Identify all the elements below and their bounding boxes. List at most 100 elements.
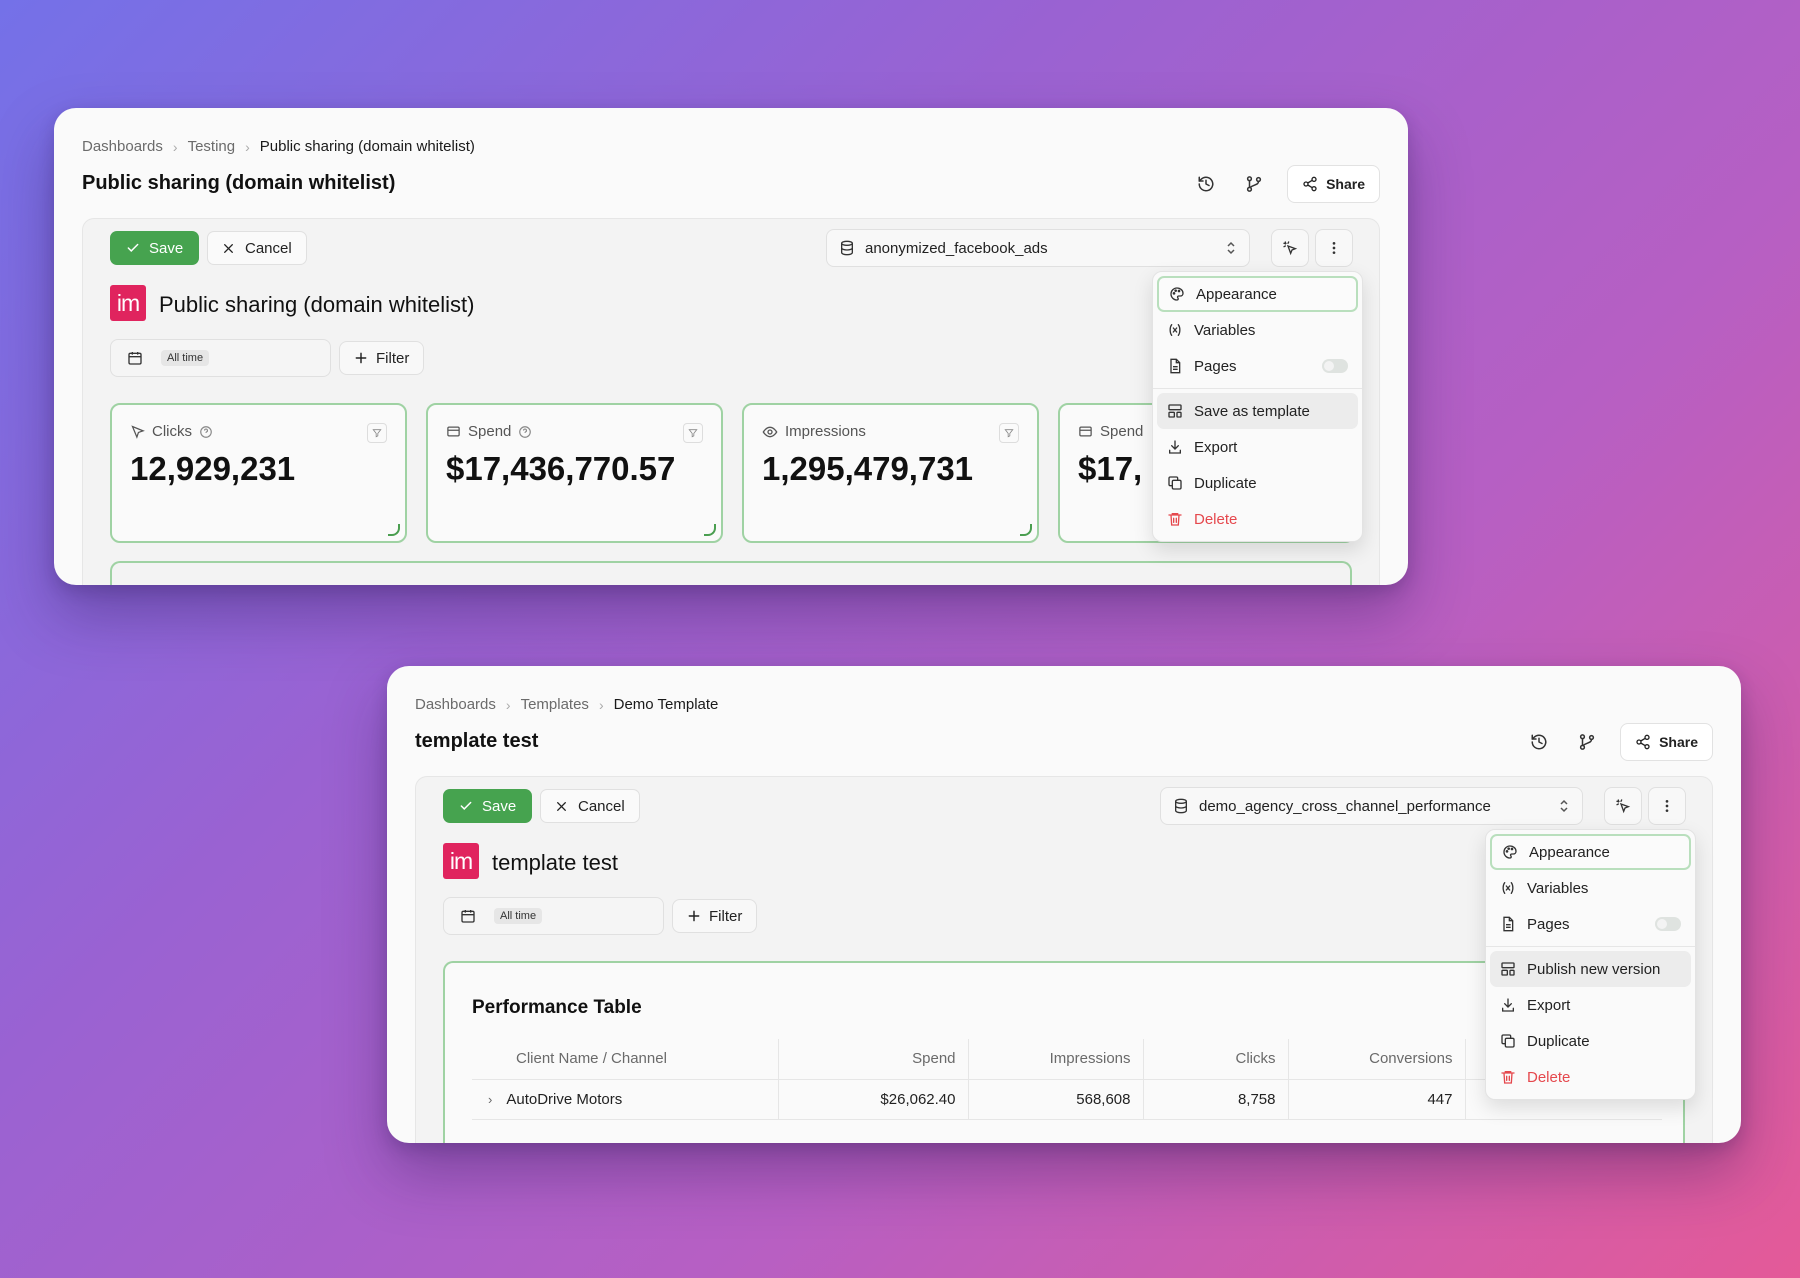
add-filter-button[interactable]: Filter	[339, 341, 425, 375]
ai-assist-button[interactable]	[1604, 787, 1642, 825]
breadcrumb-testing[interactable]: Testing	[188, 138, 236, 155]
chevron-up-down-icon	[1558, 799, 1570, 813]
dashboard-title[interactable]: template test	[492, 850, 618, 876]
resize-handle[interactable]	[1020, 524, 1032, 536]
menu-item-publish-new-version[interactable]: Publish new version	[1490, 951, 1691, 987]
document-icon	[1170, 358, 1181, 374]
filter-label: Filter	[376, 349, 410, 367]
filter-icon	[688, 429, 698, 438]
menu-item-pages[interactable]: Pages	[1157, 348, 1358, 384]
menu-label: Export	[1194, 438, 1238, 456]
date-range-picker[interactable]: All time	[443, 897, 664, 935]
history-button[interactable]	[1524, 727, 1554, 757]
datasource-select[interactable]: anonymized_facebook_ads	[826, 229, 1250, 267]
close-icon	[557, 801, 566, 811]
header-actions: Share	[1191, 165, 1380, 203]
menu-item-pages[interactable]: Pages	[1490, 906, 1691, 942]
share-label: Share	[1659, 734, 1698, 750]
dashboard-title[interactable]: Public sharing (domain whitelist)	[159, 292, 474, 318]
client-name: AutoDrive Motors	[506, 1090, 623, 1108]
breadcrumb-templates[interactable]: Templates	[521, 696, 589, 713]
history-icon	[1198, 176, 1214, 192]
chevron-up-down-icon	[1225, 241, 1237, 255]
kpi-card-spend[interactable]: Spend $17,436,770.57	[426, 403, 723, 543]
breadcrumb-current: Demo Template	[613, 696, 719, 713]
menu-item-export[interactable]: Export	[1490, 987, 1691, 1023]
save-button[interactable]: Save	[443, 789, 533, 823]
table-row[interactable]: › AutoDrive Motors $26,062.40 568,608 8,7…	[472, 1079, 1662, 1120]
menu-label: Variables	[1194, 321, 1256, 339]
share-button[interactable]: Share	[1287, 165, 1380, 203]
branch-button[interactable]	[1572, 727, 1602, 757]
page-title: template test	[415, 730, 539, 752]
more-options-button[interactable]	[1648, 787, 1686, 825]
more-options-menu: Appearance Variables Pages Publish new v…	[1485, 829, 1696, 1100]
column-header[interactable]: Clicks	[1142, 1039, 1288, 1080]
calendar-icon	[128, 352, 142, 365]
menu-item-save-as-template[interactable]: Save as template	[1157, 393, 1358, 429]
card-filter-button[interactable]	[999, 423, 1019, 443]
share-icon	[1636, 734, 1650, 750]
breadcrumb: Dashboards › Testing › Public sharing (d…	[82, 138, 475, 155]
breadcrumb: Dashboards › Templates › Demo Template	[415, 696, 718, 713]
date-range-value: All time	[494, 908, 543, 924]
menu-item-variables[interactable]: Variables	[1490, 870, 1691, 906]
page-title: Public sharing (domain whitelist)	[82, 172, 396, 194]
layout-template-icon	[1501, 962, 1515, 976]
menu-label: Export	[1527, 996, 1571, 1014]
resize-handle[interactable]	[704, 524, 716, 536]
filter-icon	[1004, 429, 1014, 438]
menu-item-export[interactable]: Export	[1157, 429, 1358, 465]
download-icon	[1502, 998, 1514, 1012]
card-filter-button[interactable]	[367, 423, 387, 443]
share-button[interactable]: Share	[1620, 723, 1713, 761]
column-header[interactable]: Impressions	[967, 1039, 1143, 1080]
more-vertical-icon	[1332, 242, 1336, 254]
menu-item-variables[interactable]: Variables	[1157, 312, 1358, 348]
datasource-select[interactable]: demo_agency_cross_channel_performance	[1160, 787, 1583, 825]
kpi-card-clicks[interactable]: Clicks 12,929,231	[110, 403, 407, 543]
copy-icon	[1501, 1034, 1515, 1048]
menu-item-duplicate[interactable]: Duplicate	[1157, 465, 1358, 501]
menu-item-appearance[interactable]: Appearance	[1157, 276, 1358, 312]
help-circle-icon	[519, 425, 532, 438]
menu-item-appearance[interactable]: Appearance	[1490, 834, 1691, 870]
column-header[interactable]: Client Name / Channel	[472, 1039, 778, 1080]
cancel-button[interactable]: Cancel	[207, 231, 307, 265]
pages-toggle[interactable]	[1322, 359, 1348, 373]
more-options-button[interactable]	[1315, 229, 1353, 267]
menu-item-delete[interactable]: Delete	[1157, 501, 1358, 537]
column-header[interactable]: Spend	[777, 1039, 968, 1080]
menu-label: Pages	[1527, 915, 1570, 933]
layout-template-icon	[1168, 404, 1182, 418]
kpi-label-row: Impressions	[762, 423, 1019, 440]
palette-icon	[1170, 287, 1184, 301]
download-icon	[1169, 440, 1181, 454]
magic-cursor-icon	[1616, 799, 1631, 814]
date-range-picker[interactable]: All time	[110, 339, 331, 377]
breadcrumb-dashboards[interactable]: Dashboards	[415, 696, 496, 713]
save-button[interactable]: Save	[110, 231, 200, 265]
kpi-card-impressions[interactable]: Impressions 1,295,479,731	[742, 403, 1039, 543]
menu-item-duplicate[interactable]: Duplicate	[1490, 1023, 1691, 1059]
brand-logo: im	[443, 843, 479, 879]
pages-toggle[interactable]	[1655, 917, 1681, 931]
kpi-label: Clicks	[152, 423, 192, 440]
ai-assist-button[interactable]	[1271, 229, 1309, 267]
menu-label: Save as template	[1194, 402, 1310, 420]
history-button[interactable]	[1191, 169, 1221, 199]
add-filter-button[interactable]: Filter	[672, 899, 758, 933]
database-icon	[841, 240, 853, 256]
chevron-right-icon[interactable]: ›	[488, 1092, 492, 1107]
branch-button[interactable]	[1239, 169, 1269, 199]
menu-item-delete[interactable]: Delete	[1490, 1059, 1691, 1095]
breadcrumb-dashboards[interactable]: Dashboards	[82, 138, 163, 155]
resize-handle[interactable]	[388, 524, 400, 536]
dashboard-window-public-sharing: Dashboards › Testing › Public sharing (d…	[54, 108, 1408, 585]
kpi-label-row: Spend	[446, 423, 703, 440]
kpi-value: 1,295,479,731	[762, 450, 974, 487]
column-header[interactable]: Conversions	[1287, 1039, 1465, 1080]
card-filter-button[interactable]	[683, 423, 703, 443]
dashboard-window-template-test: Dashboards › Templates › Demo Template t…	[387, 666, 1741, 1143]
cancel-button[interactable]: Cancel	[540, 789, 640, 823]
